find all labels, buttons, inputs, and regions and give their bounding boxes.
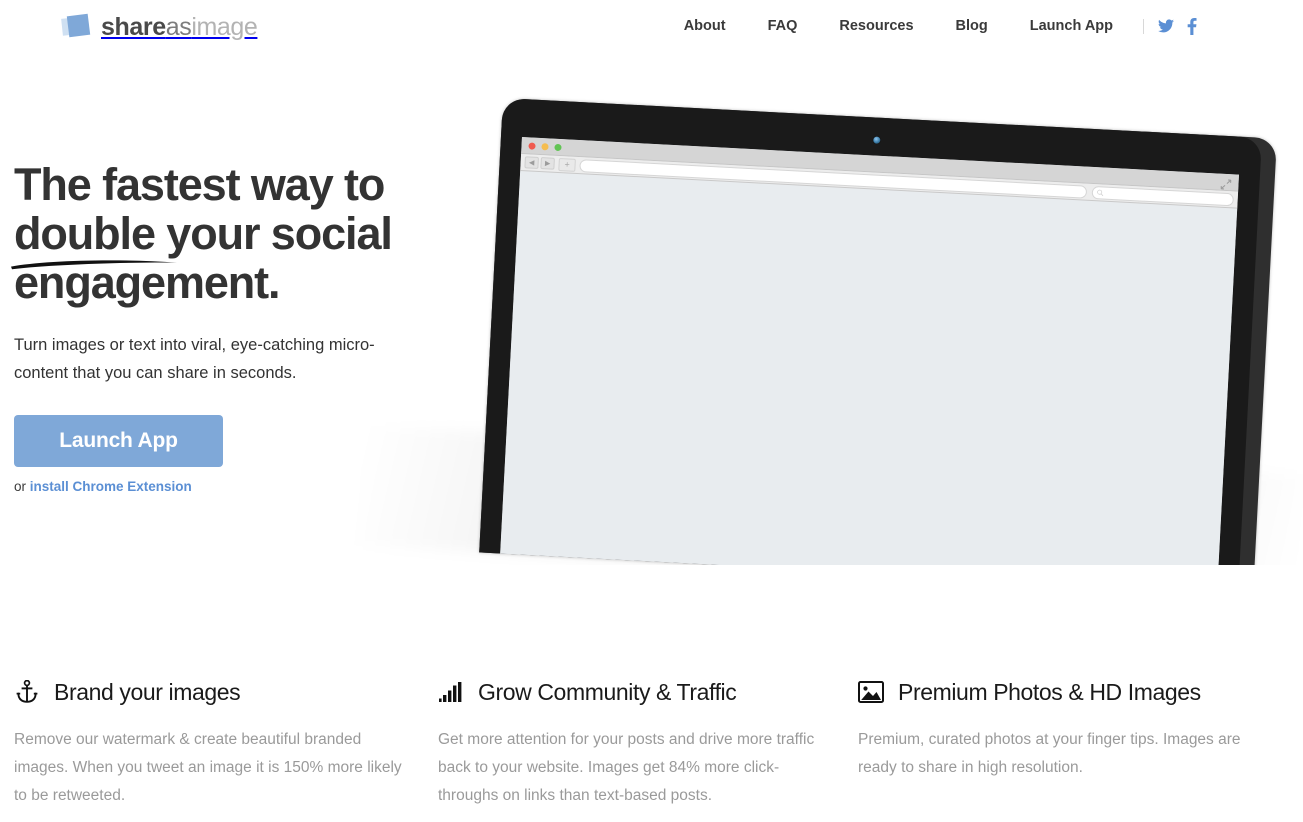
back-button[interactable]: ◀ xyxy=(524,156,539,169)
feature-header: Brand your images xyxy=(14,675,414,709)
feature-card-brand: Brand your images Remove our watermark &… xyxy=(0,675,438,810)
close-window-icon[interactable] xyxy=(528,142,536,150)
facebook-icon[interactable] xyxy=(1179,15,1205,37)
nav-divider xyxy=(1143,18,1144,34)
feature-card-grow: Grow Community & Traffic Get more attent… xyxy=(438,675,858,810)
laptop-body: ◀ ▶ + xyxy=(479,98,1277,565)
headline-emphasis-text: double xyxy=(14,208,156,259)
laptop-hero-image: ◀ ▶ + xyxy=(340,95,1303,565)
nav-item-launch-app[interactable]: Launch App xyxy=(1009,15,1134,37)
feature-title: Grow Community & Traffic xyxy=(478,679,737,705)
nav-item-faq[interactable]: FAQ xyxy=(747,15,819,37)
laptop-bezel: ◀ ▶ + xyxy=(479,98,1262,565)
magnifier-icon xyxy=(1097,189,1104,196)
nav-item-resources[interactable]: Resources xyxy=(818,15,934,37)
feature-title: Premium Photos & HD Images xyxy=(898,679,1201,705)
feature-description: Remove our watermark & create beautiful … xyxy=(14,731,402,804)
picture-icon xyxy=(858,679,884,705)
signal-bars-icon xyxy=(438,679,464,705)
brand-word-share: share xyxy=(101,13,166,41)
browser-viewport xyxy=(500,171,1238,565)
brand-logo[interactable]: shareasimage xyxy=(61,12,258,42)
headline-line-1: The fastest way to xyxy=(14,159,385,210)
brand-word-image: image xyxy=(191,13,258,41)
window-traffic-lights xyxy=(528,142,562,152)
brand-word-as: as xyxy=(165,13,192,41)
feature-description: Premium, curated photos at your finger t… xyxy=(858,731,1241,776)
main-navigation: About FAQ Resources Blog Launch App xyxy=(663,15,1205,37)
install-chrome-extension-link[interactable]: install Chrome Extension xyxy=(30,479,192,494)
fullscreen-arrows-icon[interactable] xyxy=(1220,177,1232,190)
new-tab-button[interactable]: + xyxy=(558,157,576,172)
headline-emphasis-word: double xyxy=(11,208,177,270)
minimize-window-icon[interactable] xyxy=(541,143,549,151)
feature-title: Brand your images xyxy=(54,679,241,705)
launch-app-button[interactable]: Launch App xyxy=(14,415,223,467)
feature-header: Premium Photos & HD Images xyxy=(858,675,1279,709)
nav-item-blog[interactable]: Blog xyxy=(935,15,1009,37)
laptop-screen: ◀ ▶ + xyxy=(500,137,1239,565)
forward-button[interactable]: ▶ xyxy=(540,157,555,170)
nav-item-about[interactable]: About xyxy=(663,15,747,37)
brand-wordmark: shareasimage xyxy=(101,13,258,41)
anchor-icon xyxy=(14,679,40,705)
tilted-squares-logo-icon xyxy=(61,13,92,40)
chrome-extension-prefix: or xyxy=(14,479,30,494)
headline-line-3: engagement. xyxy=(14,257,281,308)
webcam-icon xyxy=(873,136,881,144)
feature-header: Grow Community & Traffic xyxy=(438,675,834,709)
site-header: shareasimage About FAQ Resources Blog La… xyxy=(0,0,1303,52)
maximize-window-icon[interactable] xyxy=(554,143,562,152)
browser-nav-buttons: ◀ ▶ xyxy=(524,156,555,170)
features-section: Brand your images Remove our watermark &… xyxy=(0,675,1303,810)
twitter-icon[interactable] xyxy=(1153,15,1179,37)
feature-card-premium: Premium Photos & HD Images Premium, cura… xyxy=(858,675,1303,810)
feature-description: Get more attention for your posts and dr… xyxy=(438,731,815,804)
